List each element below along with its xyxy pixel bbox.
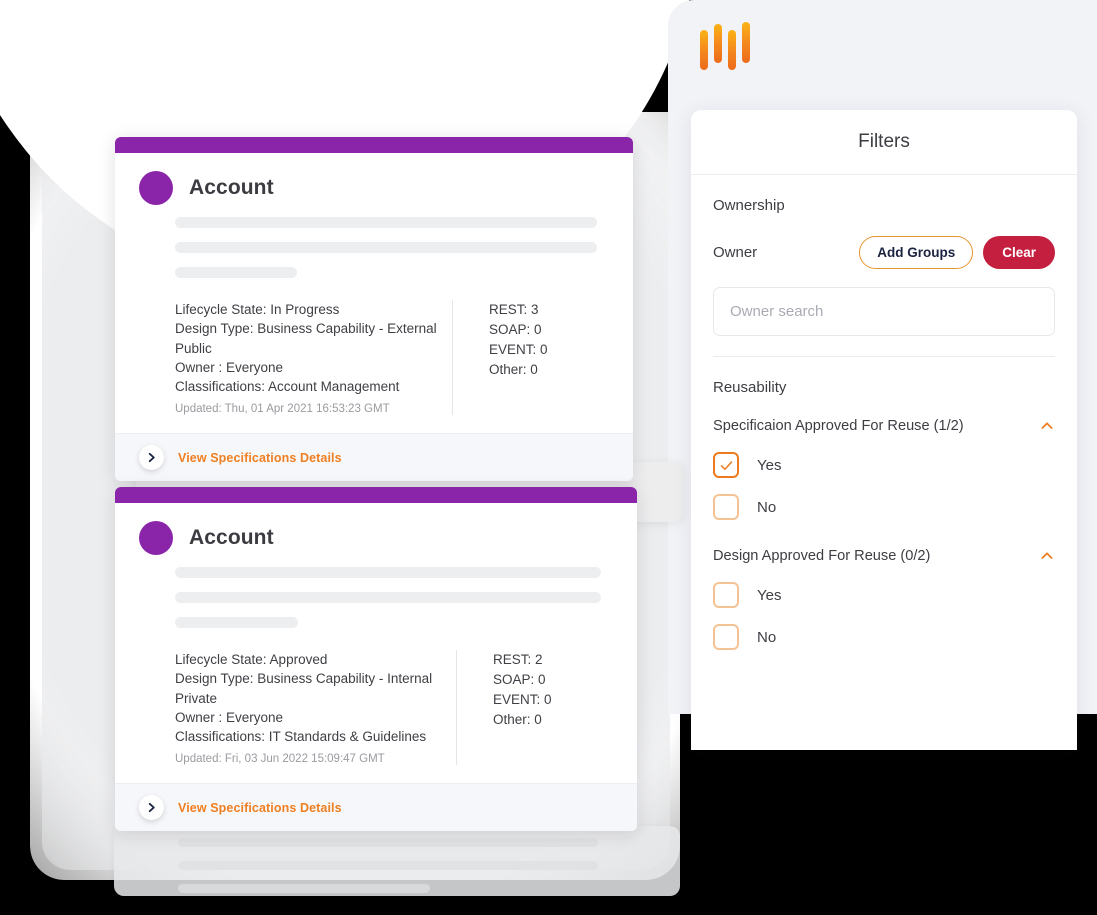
- owner-label: Owner: [713, 244, 758, 261]
- ghost-skeleton-line: [178, 838, 598, 847]
- count-rest: REST: 3: [489, 302, 539, 317]
- skeleton-line: [175, 267, 297, 278]
- card-top-accent-bar: [115, 487, 637, 503]
- owner-row: Owner Add Groups Clear: [713, 236, 1055, 269]
- meta-lifecycle-state: Lifecycle State: In Progress: [175, 302, 340, 317]
- skeleton-line: [175, 592, 601, 603]
- checkbox-design-approved-yes[interactable]: [713, 582, 739, 608]
- ownership-section-label: Ownership: [713, 197, 785, 214]
- checkbox-spec-approved-no[interactable]: [713, 494, 739, 520]
- checkbox-spec-approved-yes[interactable]: [713, 452, 739, 478]
- meta-updated: Updated: Fri, 03 Jun 2022 15:09:47 GMT: [175, 753, 385, 765]
- chevron-up-icon[interactable]: [1039, 548, 1055, 564]
- checkbox-design-approved-no[interactable]: [713, 624, 739, 650]
- filter-option-row[interactable]: Yes: [713, 582, 1055, 608]
- card-meta-counts: REST: 2 SOAP: 0 EVENT: 0 Other: 0: [456, 650, 613, 765]
- filter-group-title: Design Approved For Reuse (0/2): [713, 548, 931, 564]
- count-soap: SOAP: 0: [489, 322, 542, 337]
- ghost-skeleton-line: [178, 861, 598, 870]
- filter-option-row[interactable]: No: [713, 494, 1055, 520]
- filter-option-label: No: [757, 498, 777, 516]
- meta-lifecycle-state: Lifecycle State: Approved: [175, 652, 328, 667]
- filters-title: Filters: [858, 131, 910, 152]
- view-specifications-details-link[interactable]: View Specifications Details: [178, 801, 342, 815]
- skeleton-line: [175, 617, 298, 628]
- filter-option-row[interactable]: No: [713, 624, 1055, 650]
- filters-panel: Filters Ownership Owner Add Groups Clear…: [691, 110, 1077, 750]
- meta-owner: Owner : Everyone: [175, 360, 284, 375]
- meta-design-type: Design Type: Business Capability - Inter…: [175, 671, 433, 706]
- reusability-section-label: Reusability: [713, 379, 787, 396]
- card-body: Account Lifecycle State: In Progress Des…: [115, 153, 633, 433]
- avatar: [139, 521, 173, 555]
- clear-button[interactable]: Clear: [983, 236, 1055, 269]
- card-meta-counts: REST: 3 SOAP: 0 EVENT: 0 Other: 0: [452, 300, 609, 415]
- view-specifications-details-link[interactable]: View Specifications Details: [178, 451, 342, 465]
- card-footer[interactable]: View Specifications Details: [115, 783, 637, 831]
- meta-design-type: Design Type: Business Capability - Exter…: [175, 321, 437, 356]
- card-skeleton: [175, 217, 609, 278]
- spec-card[interactable]: Account Lifecycle State: In Progress Des…: [115, 137, 633, 481]
- ghost-skeleton-line: [178, 884, 430, 893]
- add-groups-button[interactable]: Add Groups: [859, 236, 974, 269]
- filter-option-row[interactable]: Yes: [713, 452, 1055, 478]
- ghost-card-skeleton: [178, 838, 598, 907]
- chevron-right-icon[interactable]: [139, 445, 164, 470]
- card-meta: Lifecycle State: Approved Design Type: B…: [139, 650, 613, 775]
- card-body: Account Lifecycle State: Approved Design…: [115, 503, 637, 783]
- filter-option-label: Yes: [757, 456, 782, 474]
- card-meta-details: Lifecycle State: In Progress Design Type…: [139, 300, 452, 415]
- owner-search-input[interactable]: [713, 287, 1055, 336]
- chevron-right-icon[interactable]: [139, 795, 164, 820]
- filter-group-design-approved-header[interactable]: Design Approved For Reuse (0/2): [713, 548, 1055, 564]
- card-meta: Lifecycle State: In Progress Design Type…: [139, 300, 609, 425]
- meta-classifications: Classifications: IT Standards & Guidelin…: [175, 729, 427, 744]
- count-rest: REST: 2: [493, 652, 543, 667]
- skeleton-line: [175, 567, 601, 578]
- filter-option-label: Yes: [757, 586, 782, 604]
- count-other: Other: 0: [489, 362, 538, 377]
- app-stage: Account Lifecycle State: In Progress Des…: [0, 0, 1097, 915]
- count-event: EVENT: 0: [489, 342, 548, 357]
- card-title: Account: [189, 526, 274, 549]
- meta-classifications: Classifications: Account Management: [175, 379, 400, 394]
- skeleton-line: [175, 217, 597, 228]
- card-top-accent-bar: [115, 137, 633, 153]
- chevron-up-icon[interactable]: [1039, 418, 1055, 434]
- card-title: Account: [189, 176, 274, 199]
- filters-header: Filters: [691, 110, 1077, 175]
- card-meta-details: Lifecycle State: Approved Design Type: B…: [139, 650, 456, 765]
- meta-owner: Owner : Everyone: [175, 710, 284, 725]
- count-other: Other: 0: [493, 712, 542, 727]
- owner-actions: Add Groups Clear: [859, 236, 1055, 269]
- card-skeleton: [175, 567, 613, 628]
- count-soap: SOAP: 0: [493, 672, 546, 687]
- filter-option-label: No: [757, 628, 777, 646]
- filter-group-spec-approved-header[interactable]: Specificaion Approved For Reuse (1/2): [713, 418, 1055, 434]
- card-header: Account: [139, 171, 609, 205]
- skeleton-line: [175, 242, 597, 253]
- card-footer[interactable]: View Specifications Details: [115, 433, 633, 481]
- filters-body: Ownership Owner Add Groups Clear Reusabi…: [691, 175, 1077, 650]
- divider: [713, 356, 1055, 357]
- meta-updated: Updated: Thu, 01 Apr 2021 16:53:23 GMT: [175, 403, 390, 415]
- filter-group-title: Specificaion Approved For Reuse (1/2): [713, 418, 964, 434]
- spec-card[interactable]: Account Lifecycle State: Approved Design…: [115, 487, 637, 831]
- count-event: EVENT: 0: [493, 692, 552, 707]
- logo-bars-icon: [700, 22, 752, 72]
- card-header: Account: [139, 521, 613, 555]
- avatar: [139, 171, 173, 205]
